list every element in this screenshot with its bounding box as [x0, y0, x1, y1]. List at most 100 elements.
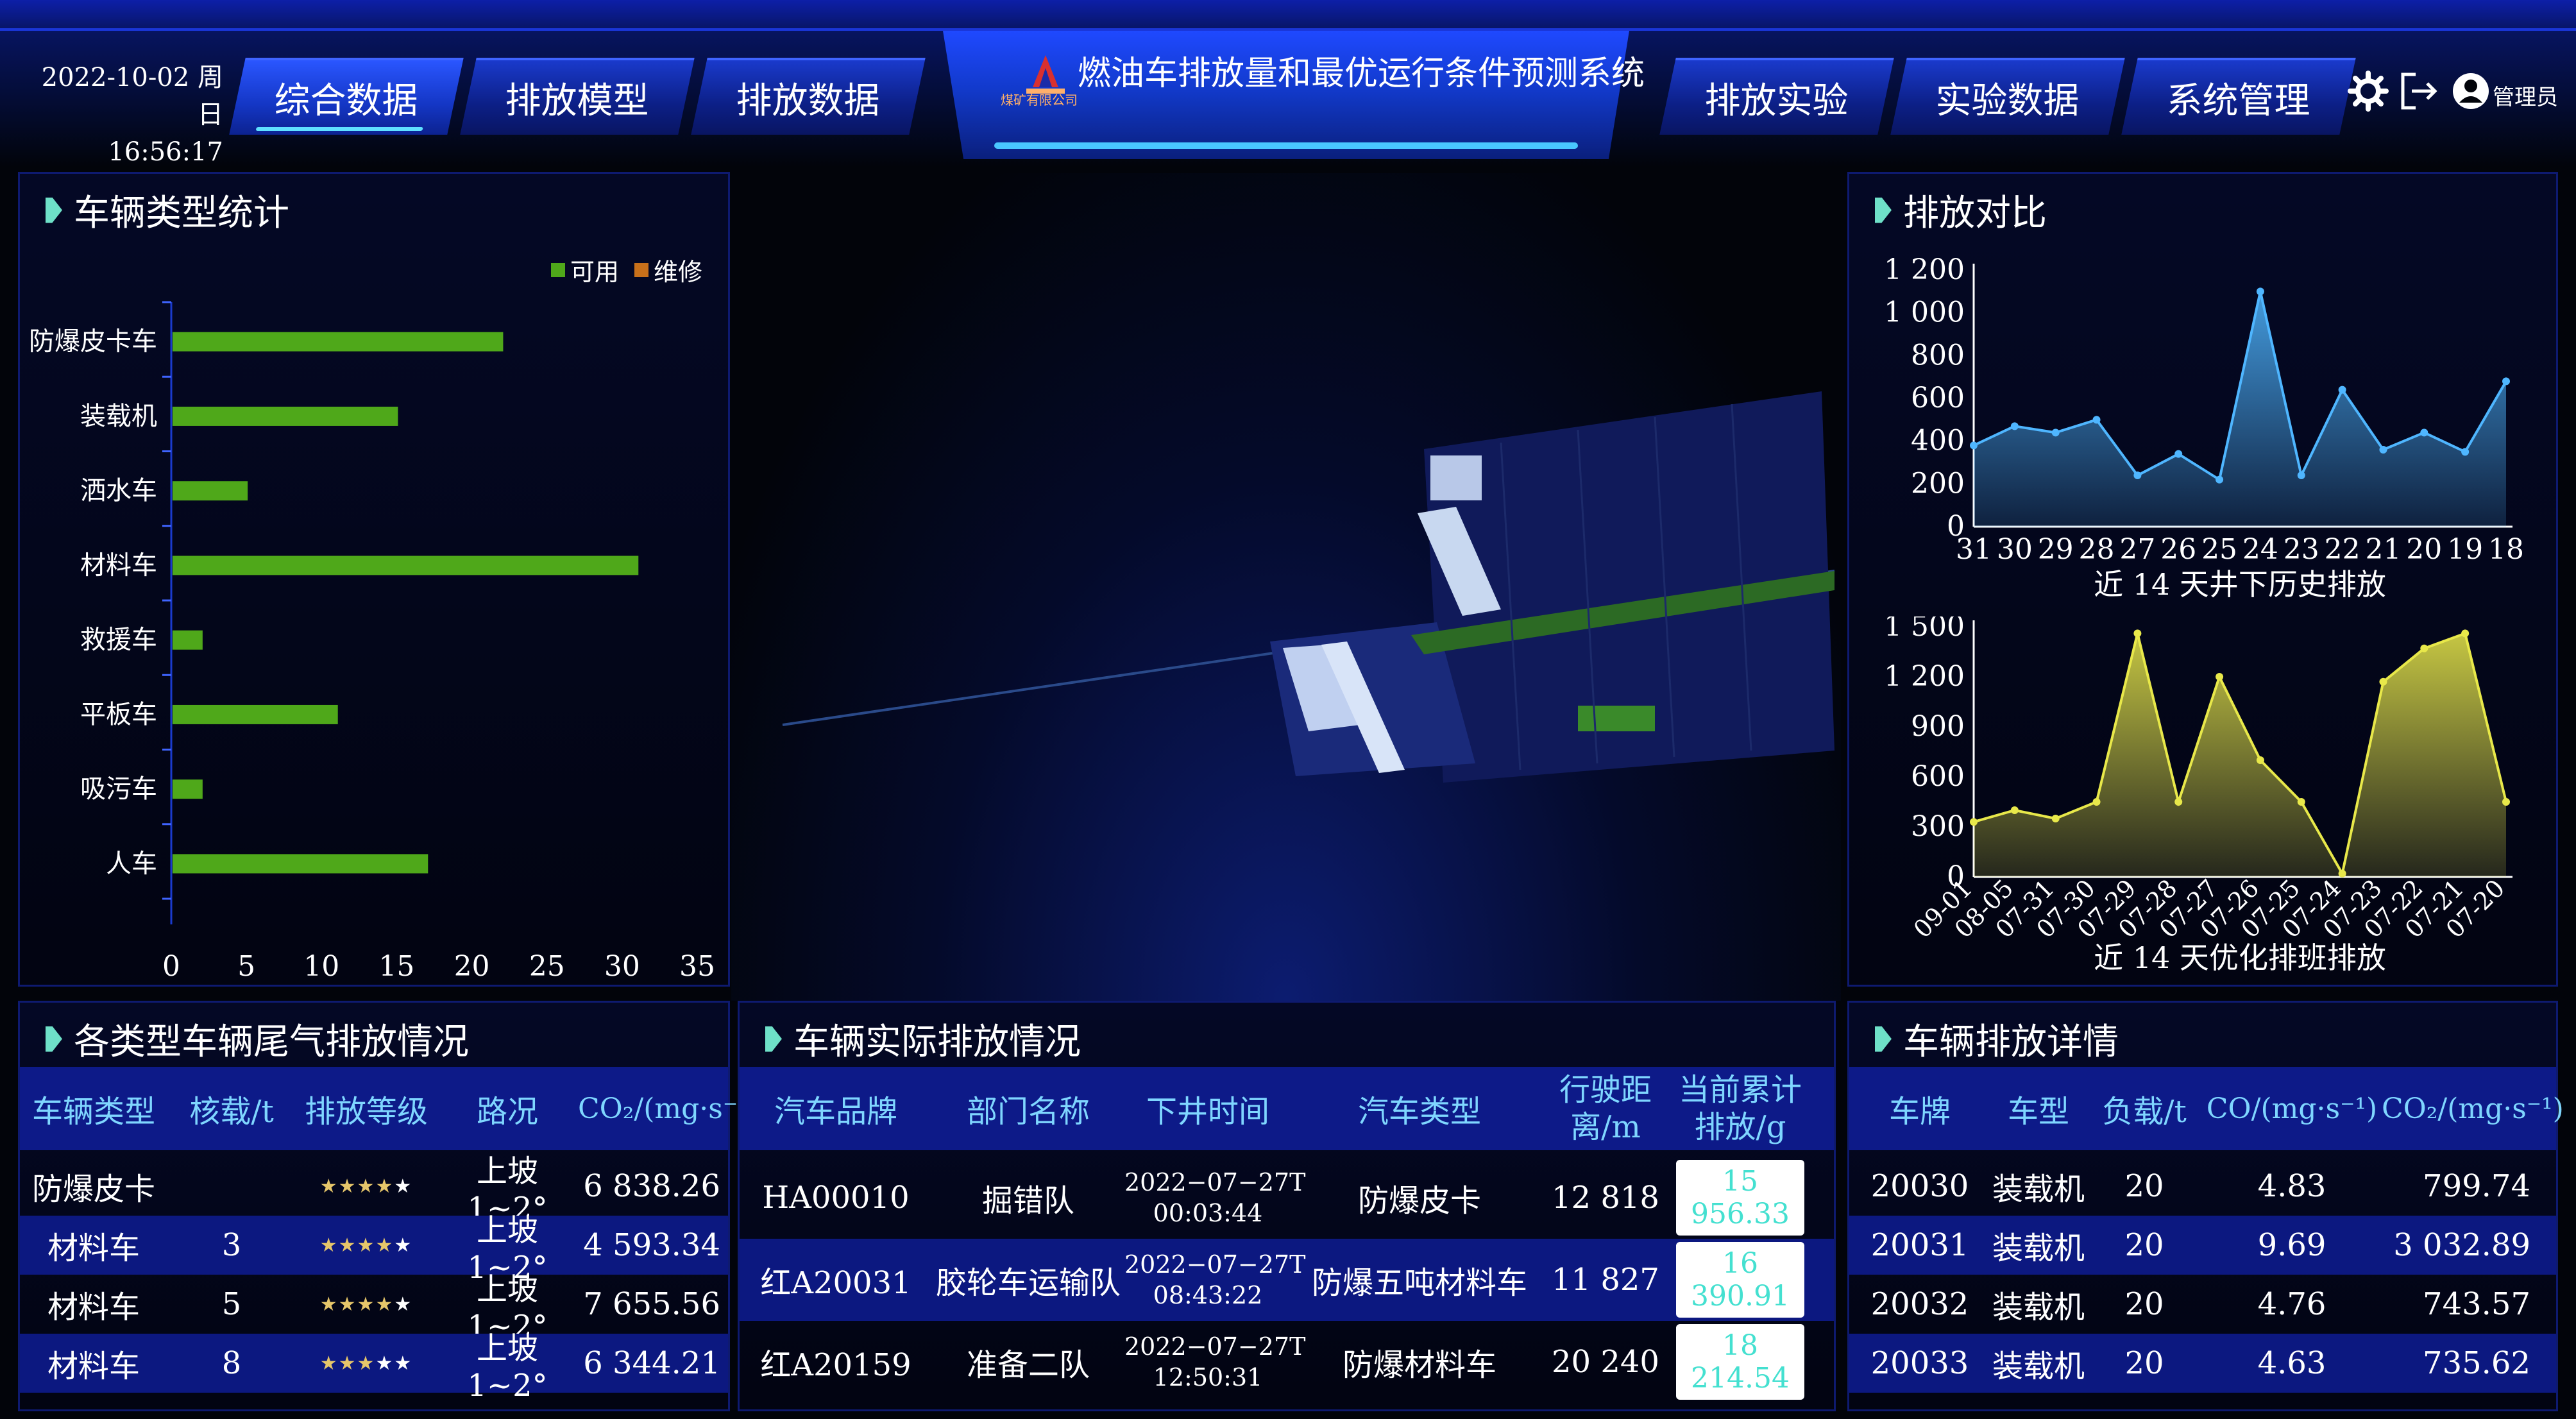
tab-emission-data[interactable]: 排放数据 — [691, 58, 926, 135]
mine-model-graphic — [782, 391, 1835, 783]
entry-time: 2022−07−27T 00:03:44 — [1124, 1167, 1306, 1228]
x-tick-label: 31 — [1956, 533, 1992, 566]
data-point[interactable] — [2051, 815, 2060, 822]
table-header: 汽车品牌 部门名称 下井时间 汽车类型 行驶距离/m 当前累计排放/g — [740, 1067, 1834, 1150]
star-icon: ★ — [319, 1234, 339, 1257]
data-point[interactable] — [2502, 798, 2510, 806]
data-point[interactable] — [2010, 422, 2019, 430]
user-icon[interactable] — [2450, 71, 2491, 112]
table-header: 车牌 车型 负载/t CO/(mg·s⁻¹) CO₂/(mg·s⁻¹) — [1849, 1067, 2564, 1150]
data-point[interactable] — [2216, 673, 2224, 681]
entry-date: 2022−07−27T — [1124, 1168, 1306, 1196]
x-tick-label: 25 — [529, 950, 565, 982]
table-row[interactable]: 防爆皮卡 ★★★★★ 上坡 1~2° 6 838.26 — [20, 1153, 728, 1227]
data-point[interactable] — [2133, 629, 2142, 638]
data-point[interactable] — [2092, 416, 2101, 424]
tab-system-management[interactable]: 系统管理 — [2121, 58, 2356, 135]
x-tick-label: 21 — [2365, 533, 2401, 566]
date-text: 2022-10-02 周日 — [41, 63, 223, 130]
bar-available[interactable] — [173, 704, 338, 724]
data-point[interactable] — [1970, 818, 1978, 826]
bar-available[interactable] — [173, 779, 203, 799]
data-point[interactable] — [2502, 377, 2510, 386]
panel-title: 各类型车辆尾气排放情况 — [46, 1013, 469, 1065]
tab-emission-experiment[interactable]: 排放实验 — [1659, 58, 1894, 135]
table-row[interactable]: 20031 装载机 20 9.69 3 032.89 — [1849, 1216, 2556, 1275]
table-cell: 4 593.34 — [583, 1227, 720, 1263]
table-row[interactable]: 红A20031 胶轮车运输队 2022−07−27T 08:43:22 防爆五吨材料车 1… — [740, 1239, 1834, 1321]
bar-available[interactable] — [173, 556, 639, 575]
vehicle-type-bar-chart: 防爆皮卡车装载机洒水车材料车救援车平板车吸污车人车 0 5 10 15 20 25 30 35 — [29, 301, 715, 982]
gear-icon[interactable] — [2348, 71, 2389, 112]
star-icon: ★ — [357, 1175, 376, 1198]
table-cell: 4.76 — [2257, 1286, 2326, 1322]
table-row[interactable]: 20032 装载机 20 4.76 743.57 — [1849, 1275, 2556, 1334]
data-point[interactable] — [2297, 472, 2305, 479]
data-point[interactable] — [2461, 629, 2470, 638]
x-tick-label: 30 — [604, 950, 640, 982]
table-cell: 20 — [2124, 1168, 2164, 1204]
data-point[interactable] — [2051, 429, 2060, 437]
data-point[interactable] — [2010, 806, 2019, 814]
table-row[interactable]: 20033 装载机 20 4.63 735.62 — [1849, 1334, 2556, 1393]
table-cell: 装载机 — [1992, 1289, 2085, 1325]
table-cell: 20031 — [1870, 1227, 1969, 1263]
data-point[interactable] — [2297, 798, 2305, 806]
x-tick-label: 0 — [162, 950, 180, 982]
bar-available[interactable] — [173, 854, 428, 874]
table-row[interactable]: 材料车 5 ★★★★★ 上坡 1~2° 7 655.56 — [20, 1271, 728, 1345]
data-point[interactable] — [1970, 441, 1978, 450]
panel-title: 排放对比 — [1875, 184, 2047, 236]
star-icon: ★ — [338, 1175, 357, 1198]
data-point[interactable] — [2420, 644, 2428, 652]
data-point[interactable] — [2216, 475, 2224, 484]
data-point[interactable] — [2379, 446, 2387, 454]
data-point[interactable] — [2092, 798, 2101, 806]
mine-3d-scene[interactable] — [731, 173, 1841, 1001]
tab-experiment-data[interactable]: 实验数据 — [1890, 58, 2125, 135]
table-row[interactable]: 红A20159 准备二队 2022−07−27T 12:50:31 防爆材料车 20 24… — [740, 1321, 1834, 1403]
table-cell: 20 — [2124, 1286, 2164, 1322]
data-point[interactable] — [2174, 798, 2183, 806]
table-row[interactable]: 材料车 3 ★★★★★ 上坡 1~2° 4 593.34 — [20, 1212, 728, 1286]
data-point[interactable] — [2256, 287, 2264, 296]
bar-available[interactable] — [173, 332, 504, 352]
vehicle-type-stats-panel: 车辆类型统计 可用 维修 防爆皮卡车 装载机 洒水车 材料车 救援车 平板车 吸污车 人车 0 5… — [18, 172, 730, 987]
data-point[interactable] — [2379, 677, 2387, 686]
table-row[interactable]: 20030 装载机 20 4.83 799.74 — [1849, 1157, 2556, 1216]
table-cell: 6 838.26 — [583, 1168, 720, 1204]
table-cell: 材料车 — [47, 1230, 140, 1266]
table-cell: 上坡 1~2° — [467, 1330, 548, 1404]
data-point[interactable] — [2338, 386, 2346, 394]
actual-emission-panel: 车辆实际排放情况 汽车品牌 部门名称 下井时间 汽车类型 行驶距离/m 当前累计… — [738, 1001, 1836, 1411]
data-point[interactable] — [2420, 429, 2428, 437]
y-tick-label: 1 000 — [1884, 296, 1965, 329]
logout-icon[interactable] — [2399, 71, 2440, 112]
bar-available[interactable] — [173, 481, 248, 501]
bar-available[interactable] — [173, 406, 398, 426]
data-point[interactable] — [2338, 869, 2346, 878]
data-point[interactable] — [2256, 756, 2264, 764]
table-cell: 20 — [2124, 1345, 2164, 1381]
table-cell: 7 655.56 — [583, 1286, 720, 1322]
user-name[interactable]: 管理员 — [2493, 80, 2558, 111]
table-row[interactable]: 材料车 8 ★★★★★ 上坡 1~2° 6 344.21 — [20, 1330, 728, 1404]
data-point[interactable] — [2174, 450, 2183, 458]
table-cell: 20030 — [1870, 1168, 1969, 1204]
y-tick-label: 300 — [1911, 810, 1965, 843]
tab-emission-model[interactable]: 排放模型 — [460, 58, 695, 135]
x-tick-label: 10 — [303, 950, 339, 982]
emission-cell: 15 956.33 — [1663, 1160, 1817, 1236]
x-tick-label: 20 — [2406, 533, 2442, 566]
data-point[interactable] — [2133, 472, 2142, 479]
data-point[interactable] — [2461, 448, 2470, 456]
bar-available[interactable] — [173, 630, 203, 650]
star-icon: ★ — [394, 1234, 413, 1257]
table-cell: 掘错队 — [981, 1183, 1074, 1219]
entry-clock: 12:50:31 — [1153, 1363, 1263, 1391]
table-row[interactable]: HA00010 掘错队 2022−07−27T 00:03:44 防爆皮卡 12 818 1… — [740, 1157, 1834, 1239]
table-cell: HA00010 — [762, 1180, 910, 1216]
y-tick-label: 600 — [1911, 382, 1965, 414]
tab-comprehensive-data[interactable]: 综合数据 — [229, 58, 464, 135]
datetime: 2022-10-02 周日 16:56:17 — [18, 59, 223, 171]
